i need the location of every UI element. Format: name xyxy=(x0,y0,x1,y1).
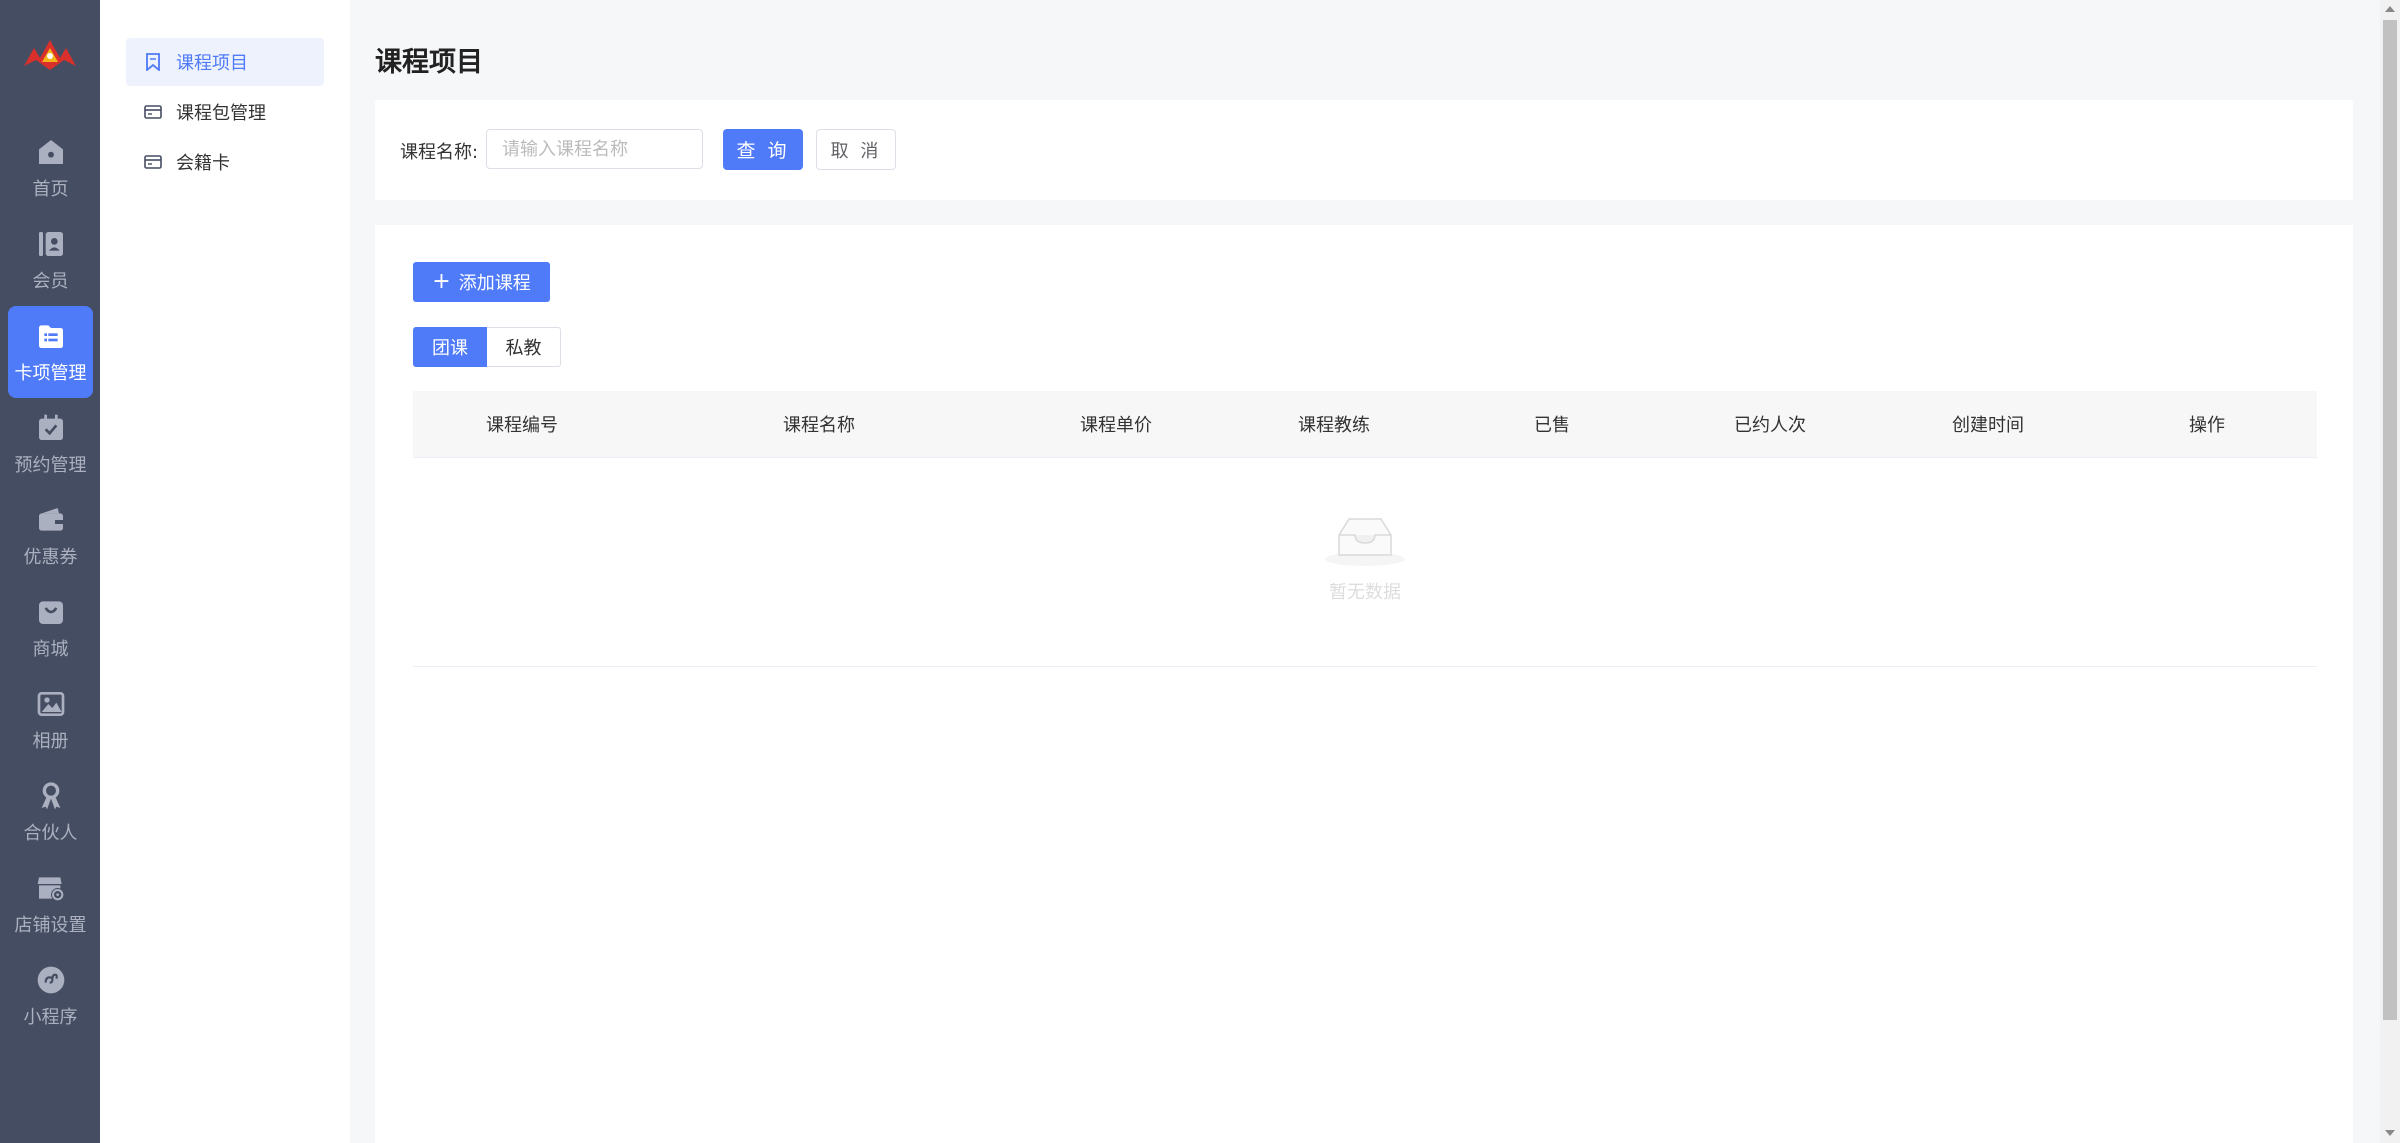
course-name-input[interactable] xyxy=(486,129,703,169)
nav-item-booking[interactable]: 预约管理 xyxy=(8,398,93,490)
scroll-up-arrow-icon[interactable] xyxy=(2385,6,2395,12)
scroll-down-arrow-icon[interactable] xyxy=(2385,1130,2395,1136)
nav-item-label: 合伙人 xyxy=(23,823,78,844)
primary-nav: 首页 会员 卡项管理 预约管理 优惠券 商城 相册 合伙人 店铺设置 小程序 xyxy=(0,0,100,1143)
tab-group-class[interactable]: 团课 xyxy=(413,327,487,367)
card-icon xyxy=(144,103,162,121)
tab-private-class[interactable]: 私教 xyxy=(487,327,561,367)
subnav-item-label: 课程项目 xyxy=(176,53,248,74)
column-header: 创建时间 xyxy=(1952,415,2024,436)
nav-item-label: 首页 xyxy=(32,179,69,200)
column-header: 已约人次 xyxy=(1734,415,1806,436)
nav-item-home[interactable]: 首页 xyxy=(8,122,93,214)
course-name-label: 课程名称: xyxy=(400,142,479,163)
member-icon xyxy=(34,227,68,261)
brand-logo[interactable] xyxy=(0,28,100,84)
nav-item-mall[interactable]: 商城 xyxy=(8,582,93,674)
plus-icon: + xyxy=(432,269,451,294)
shopping-bag-icon xyxy=(34,595,68,629)
calendar-check-icon xyxy=(34,411,68,445)
nav-item-card-management[interactable]: 卡项管理 xyxy=(8,306,93,398)
nav-item-label: 会员 xyxy=(32,271,69,292)
cancel-button[interactable]: 取 消 xyxy=(816,129,896,170)
table-header: 课程编号 课程名称 课程单价 课程教练 已售 已约人次 创建时间 操作 xyxy=(413,391,2317,458)
scrollbar-thumb[interactable] xyxy=(2383,20,2397,1020)
nav-item-mini-program[interactable]: 小程序 xyxy=(8,950,93,1042)
empty-text: 暂无数据 xyxy=(1329,582,1401,603)
add-course-label: 添加课程 xyxy=(458,273,531,294)
nav-item-album[interactable]: 相册 xyxy=(8,674,93,766)
nav-item-label: 小程序 xyxy=(23,1007,78,1028)
column-header: 操作 xyxy=(2189,415,2225,436)
nav-item-label: 优惠券 xyxy=(23,547,78,568)
card-folder-icon xyxy=(34,319,68,353)
nav-item-label: 预约管理 xyxy=(14,455,87,476)
add-course-button[interactable]: + 添加课程 xyxy=(413,262,550,302)
subnav-item-label: 课程包管理 xyxy=(176,103,266,124)
bookmark-icon xyxy=(144,53,162,71)
query-button[interactable]: 查 询 xyxy=(723,129,803,170)
page-title: 课程项目 xyxy=(375,47,483,78)
wallet-icon xyxy=(34,503,68,537)
column-header: 课程编号 xyxy=(486,415,558,436)
column-header: 课程教练 xyxy=(1298,415,1370,436)
subnav-item-membership-card[interactable]: 会籍卡 xyxy=(126,138,324,186)
page-scrollbar[interactable] xyxy=(2380,0,2400,1143)
table-body: 暂无数据 xyxy=(413,458,2317,667)
course-type-tabs: 团课 私教 xyxy=(413,327,561,367)
nav-item-label: 商城 xyxy=(32,639,69,660)
nav-item-label: 店铺设置 xyxy=(14,915,87,936)
store-settings-icon xyxy=(34,871,68,905)
card-icon xyxy=(144,153,162,171)
subnav-item-label: 会籍卡 xyxy=(176,153,230,174)
nav-item-member[interactable]: 会员 xyxy=(8,214,93,306)
column-header: 课程名称 xyxy=(783,415,855,436)
empty-state: 暂无数据 xyxy=(413,513,2317,604)
home-icon xyxy=(34,135,68,169)
nav-item-label: 卡项管理 xyxy=(14,363,87,384)
column-header: 已售 xyxy=(1534,415,1570,436)
nav-item-store-settings[interactable]: 店铺设置 xyxy=(8,858,93,950)
mini-program-icon xyxy=(34,963,68,997)
partner-icon xyxy=(34,779,68,813)
course-table: 课程编号 课程名称 课程单价 课程教练 已售 已约人次 创建时间 操作 暂无数据 xyxy=(413,391,2317,667)
subnav-item-course-package[interactable]: 课程包管理 xyxy=(126,88,324,136)
column-header: 课程单价 xyxy=(1080,415,1152,436)
nav-item-label: 相册 xyxy=(32,731,69,752)
empty-inbox-icon xyxy=(1323,513,1407,572)
nav-item-partner[interactable]: 合伙人 xyxy=(8,766,93,858)
course-list-panel: + 添加课程 团课 私教 课程编号 课程名称 课程单价 课程教练 已售 已约人次… xyxy=(375,225,2353,1143)
search-panel: 课程名称: 查 询 取 消 xyxy=(375,100,2353,200)
nav-item-coupon[interactable]: 优惠券 xyxy=(8,490,93,582)
picture-icon xyxy=(34,687,68,721)
secondary-sidebar: 课程项目 课程包管理 会籍卡 xyxy=(100,0,350,1143)
subnav-item-course-project[interactable]: 课程项目 xyxy=(126,38,324,86)
